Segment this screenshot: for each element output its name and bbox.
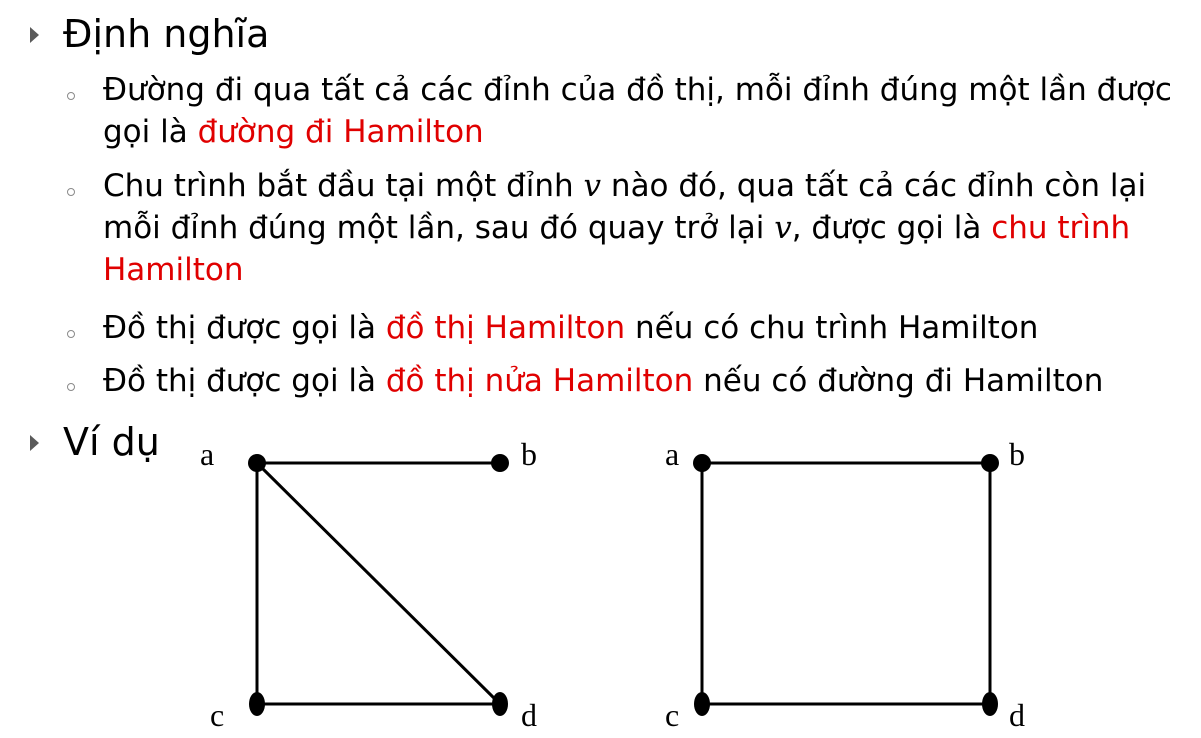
vertex-label-c: c (665, 697, 679, 733)
vertex-d (982, 692, 998, 716)
vertex-c (694, 692, 710, 716)
vertex-a (693, 454, 711, 472)
graph-2: a b c d (665, 436, 1025, 733)
vertex-b (981, 454, 999, 472)
vertex-label-a: a (665, 436, 679, 472)
vertex-label-d: d (1009, 697, 1025, 733)
vertex-label-b: b (1009, 436, 1025, 472)
